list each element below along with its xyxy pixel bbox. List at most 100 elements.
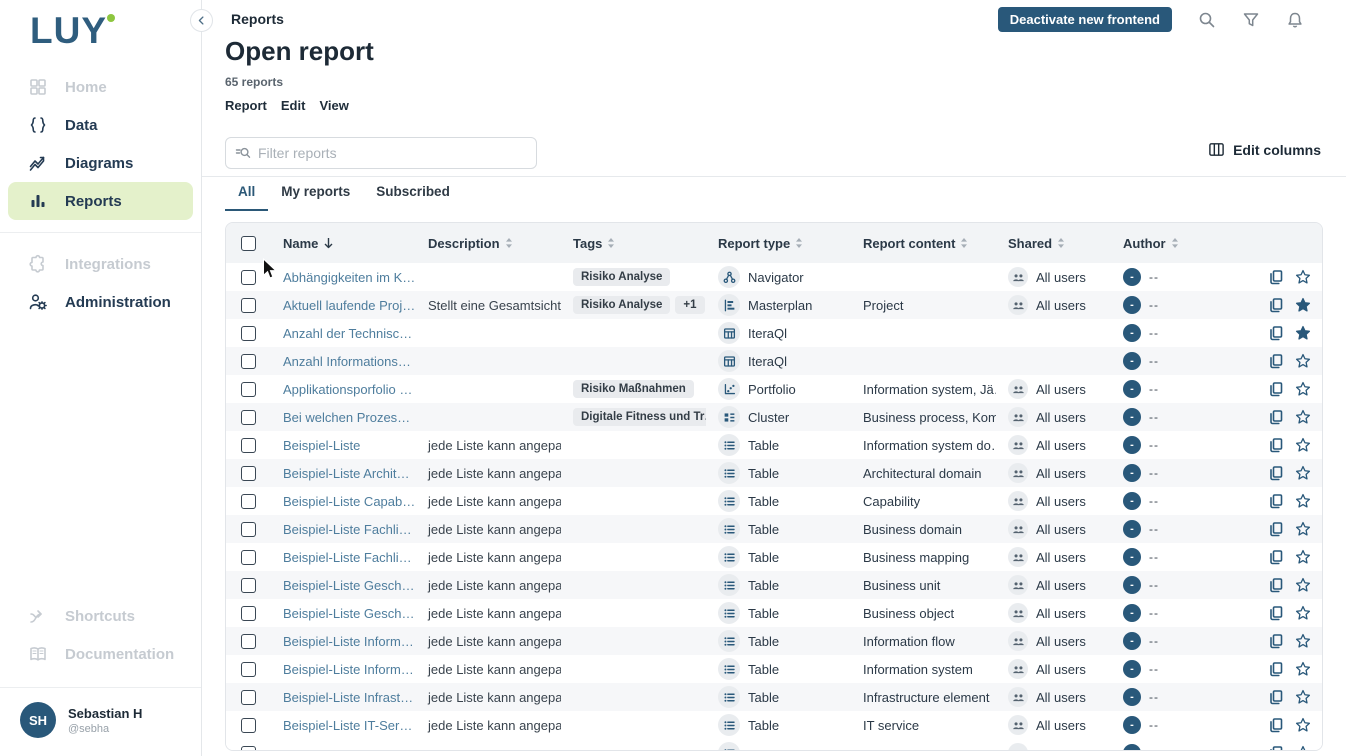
favorite-star-button[interactable]	[1295, 269, 1311, 285]
duplicate-report-button[interactable]	[1268, 661, 1284, 677]
favorite-star-button[interactable]	[1295, 661, 1311, 677]
sidebar-item-documentation[interactable]: Documentation	[8, 635, 193, 673]
favorite-star-button[interactable]	[1295, 577, 1311, 593]
menu-item-view[interactable]: View	[319, 98, 348, 113]
favorite-star-button[interactable]	[1295, 549, 1311, 565]
favorite-star-button[interactable]	[1295, 605, 1311, 621]
report-name-link[interactable]: Beispiel-Liste Informati…	[283, 634, 416, 649]
favorite-star-button[interactable]	[1295, 521, 1311, 537]
row-checkbox[interactable]	[241, 522, 256, 537]
select-all-checkbox[interactable]	[241, 236, 256, 251]
sidebar-item-data[interactable]: Data	[8, 106, 193, 144]
row-checkbox[interactable]	[241, 746, 256, 752]
row-checkbox[interactable]	[241, 354, 256, 369]
favorite-star-button[interactable]	[1295, 353, 1311, 369]
duplicate-report-button[interactable]	[1268, 437, 1284, 453]
report-name-link[interactable]: Bei welchen Prozessen…	[283, 410, 416, 425]
row-checkbox[interactable]	[241, 690, 256, 705]
row-checkbox[interactable]	[241, 550, 256, 565]
duplicate-report-button[interactable]	[1268, 605, 1284, 621]
sidebar-item-administration[interactable]: Administration	[8, 283, 193, 321]
column-header-tags[interactable]: Tags	[561, 236, 706, 251]
report-name-link[interactable]: Beispiel-Liste Geschäft…	[283, 578, 416, 593]
duplicate-report-button[interactable]	[1268, 297, 1284, 313]
column-header-description[interactable]: Description	[416, 236, 561, 251]
favorite-star-button[interactable]	[1295, 381, 1311, 397]
deactivate-frontend-button[interactable]: Deactivate new frontend	[998, 7, 1172, 32]
report-name-link[interactable]: Beispiel-Liste Capability	[283, 494, 416, 509]
duplicate-report-button[interactable]	[1268, 325, 1284, 341]
row-checkbox[interactable]	[241, 270, 256, 285]
column-header-name[interactable]: Name	[271, 236, 416, 251]
menu-item-report[interactable]: Report	[225, 98, 267, 113]
favorite-star-button[interactable]	[1295, 297, 1311, 313]
sidebar-item-home[interactable]: Home	[8, 68, 193, 106]
favorite-star-button[interactable]	[1295, 633, 1311, 649]
tab-all[interactable]: All	[225, 178, 268, 209]
report-name-link[interactable]: Beispiel-Liste Fachlich…	[283, 550, 416, 565]
favorite-star-button[interactable]	[1295, 325, 1311, 341]
tab-my-reports[interactable]: My reports	[268, 178, 363, 209]
favorite-star-button[interactable]	[1295, 493, 1311, 509]
sidebar-item-diagrams[interactable]: Diagrams	[8, 144, 193, 182]
search-icon[interactable]	[1198, 11, 1216, 29]
row-checkbox[interactable]	[241, 578, 256, 593]
duplicate-report-button[interactable]	[1268, 269, 1284, 285]
row-checkbox[interactable]	[241, 438, 256, 453]
report-name-link[interactable]: Anzahl Informationssy…	[283, 354, 416, 369]
duplicate-report-button[interactable]	[1268, 549, 1284, 565]
report-name-link[interactable]: Applikationsporfolio Ü…	[283, 382, 416, 397]
favorite-star-button[interactable]	[1295, 745, 1311, 751]
duplicate-report-button[interactable]	[1268, 353, 1284, 369]
favorite-star-button[interactable]	[1295, 465, 1311, 481]
column-header-author[interactable]: Author	[1111, 236, 1256, 251]
duplicate-report-button[interactable]	[1268, 465, 1284, 481]
report-name-link[interactable]: Beispiel-Liste IT-Servic…	[283, 718, 416, 733]
favorite-star-button[interactable]	[1295, 437, 1311, 453]
sidebar-collapse-button[interactable]	[190, 9, 213, 32]
row-checkbox[interactable]	[241, 410, 256, 425]
report-name-link[interactable]: Aktuell laufende Projek…	[283, 298, 416, 313]
row-checkbox[interactable]	[241, 606, 256, 621]
tab-subscribed[interactable]: Subscribed	[363, 178, 463, 209]
report-name-link[interactable]: Beispiel-Liste Geschäft…	[283, 606, 416, 621]
duplicate-report-button[interactable]	[1268, 745, 1284, 751]
favorite-star-button[interactable]	[1295, 717, 1311, 733]
user-profile[interactable]: SH Sebastian H @sebha	[0, 688, 201, 756]
edit-columns-button[interactable]: Edit columns	[1208, 141, 1321, 158]
duplicate-report-button[interactable]	[1268, 381, 1284, 397]
report-name-link[interactable]: Beispiel-Liste Architekt…	[283, 466, 416, 481]
sidebar-item-reports[interactable]: Reports	[8, 182, 193, 220]
column-header-report-content[interactable]: Report content	[851, 236, 996, 251]
row-checkbox[interactable]	[241, 298, 256, 313]
duplicate-report-button[interactable]	[1268, 689, 1284, 705]
row-checkbox[interactable]	[241, 718, 256, 733]
report-name-link[interactable]: Abhängigkeiten im Kon…	[283, 270, 416, 285]
duplicate-report-button[interactable]	[1268, 633, 1284, 649]
report-name-link[interactable]: Beispiel-Liste Informati…	[283, 662, 416, 677]
column-header-report-type[interactable]: Report type	[706, 236, 851, 251]
row-checkbox[interactable]	[241, 494, 256, 509]
row-checkbox[interactable]	[241, 662, 256, 677]
filter-icon[interactable]	[1242, 11, 1260, 29]
column-header-shared[interactable]: Shared	[996, 236, 1111, 251]
report-name-link[interactable]: Anzahl der Technische…	[283, 326, 416, 341]
report-name-link[interactable]: Beispiel-Liste Fachlich…	[283, 522, 416, 537]
row-checkbox[interactable]	[241, 326, 256, 341]
duplicate-report-button[interactable]	[1268, 577, 1284, 593]
favorite-star-button[interactable]	[1295, 409, 1311, 425]
row-checkbox[interactable]	[241, 466, 256, 481]
row-checkbox[interactable]	[241, 634, 256, 649]
filter-reports-input[interactable]	[258, 145, 527, 161]
report-name-link[interactable]: Beispiel-Liste	[283, 438, 360, 453]
duplicate-report-button[interactable]	[1268, 717, 1284, 733]
favorite-star-button[interactable]	[1295, 689, 1311, 705]
notifications-bell-icon[interactable]	[1286, 11, 1304, 29]
row-checkbox[interactable]	[241, 382, 256, 397]
duplicate-report-button[interactable]	[1268, 409, 1284, 425]
sidebar-item-integrations[interactable]: Integrations	[8, 245, 193, 283]
duplicate-report-button[interactable]	[1268, 521, 1284, 537]
report-name-link[interactable]: Beispiel-Liste Infrastru…	[283, 690, 416, 705]
menu-item-edit[interactable]: Edit	[281, 98, 306, 113]
sidebar-item-shortcuts[interactable]: Shortcuts	[8, 597, 193, 635]
